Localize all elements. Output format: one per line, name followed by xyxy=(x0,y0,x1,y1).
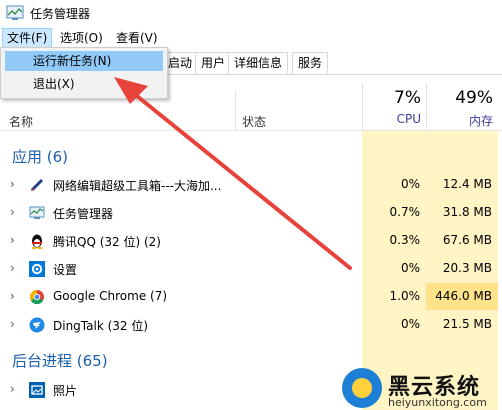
memory-cell: 31.8 MB xyxy=(426,199,498,226)
exit-label: 退出(X) xyxy=(33,77,75,91)
app-name: 腾讯QQ (32 位) (2) xyxy=(53,235,161,249)
memory-value: 31.8 MB xyxy=(442,205,492,219)
cpu-cell: 0.7% xyxy=(362,199,426,226)
cpu-cell: 0% xyxy=(362,311,426,338)
memory-value: 20.3 MB xyxy=(442,261,492,275)
column-header-cpu[interactable]: 7% CPU xyxy=(362,84,427,130)
chevron-right-icon[interactable]: › xyxy=(10,205,20,219)
memory-cell: 21.5 MB xyxy=(426,311,498,338)
chevron-right-icon[interactable]: › xyxy=(10,261,20,275)
dingtalk-icon xyxy=(29,317,45,333)
app-name: DingTalk (32 位) xyxy=(53,319,149,333)
memory-value: 446.0 MB xyxy=(435,289,492,303)
memory-value: 67.6 MB xyxy=(442,233,492,247)
menu-file[interactable]: 文件(F) xyxy=(2,28,53,48)
tab-startup[interactable]: 启动 xyxy=(165,52,199,74)
cpu-cell: 1.0% xyxy=(362,283,426,310)
app-row[interactable]: › 网络编辑超级工具箱---大海加... 0% 12.4 MB xyxy=(0,171,502,199)
chrome-icon xyxy=(29,289,44,305)
memory-value: 21.5 MB xyxy=(442,317,492,331)
app-row[interactable]: › 腾讯QQ (32 位) (2) 0.3% 67.6 MB xyxy=(0,227,502,255)
app-name: Google Chrome (7) xyxy=(53,289,168,303)
watermark-logo xyxy=(342,368,382,408)
memory-value: 12.4 MB xyxy=(442,177,492,191)
memory-total-percent: 49% xyxy=(455,88,493,108)
menu-item-exit[interactable]: 退出(X) xyxy=(5,74,163,94)
column-header-status[interactable]: 状态 xyxy=(242,113,266,130)
app-row[interactable]: › DingTalk (32 位) 0% 21.5 MB xyxy=(0,311,502,339)
memory-cell: 20.3 MB xyxy=(426,255,498,282)
chevron-right-icon[interactable]: › xyxy=(10,317,20,331)
title-bar: 任务管理器 xyxy=(0,0,502,26)
window-title: 任务管理器 xyxy=(30,7,91,21)
menu-view[interactable]: 查看(V) xyxy=(112,28,162,48)
chevron-right-icon[interactable]: › xyxy=(10,177,20,191)
cpu-value: 0% xyxy=(400,317,420,331)
memory-cell: 446.0 MB xyxy=(426,283,498,310)
tab-details[interactable]: 详细信息 xyxy=(228,52,289,74)
tab-services[interactable]: 服务 xyxy=(292,52,329,74)
app-row[interactable]: › 任务管理器 0.7% 31.8 MB xyxy=(0,199,502,227)
column-header-name[interactable]: 名称 xyxy=(9,113,33,130)
cpu-cell: 0% xyxy=(362,171,426,198)
cpu-cell: 0.3% xyxy=(362,227,426,254)
settings-gear-icon xyxy=(29,261,45,277)
chevron-right-icon[interactable]: › xyxy=(10,382,20,396)
cpu-total-percent: 7% xyxy=(394,88,421,108)
photos-icon xyxy=(29,382,45,398)
group-header-background[interactable]: 后台进程 (65) xyxy=(12,350,108,371)
task-manager-icon xyxy=(6,5,24,20)
cpu-label: CPU xyxy=(396,112,421,126)
cpu-value: 0% xyxy=(400,261,420,275)
watermark-url: heiyunxitong.com xyxy=(388,396,487,409)
app-row[interactable]: › Google Chrome (7) 1.0% 446.0 MB xyxy=(0,283,502,311)
memory-cell: 67.6 MB xyxy=(426,227,498,254)
cpu-value: 1.0% xyxy=(389,289,421,303)
memory-label: 内存 xyxy=(468,114,493,128)
chevron-right-icon[interactable]: › xyxy=(10,233,20,247)
menu-item-run-new-task[interactable]: 运行新任务(N) xyxy=(5,51,163,71)
chevron-right-icon[interactable]: › xyxy=(10,289,20,303)
tab-users[interactable]: 用户 xyxy=(195,52,232,74)
app-name: 任务管理器 xyxy=(53,207,114,221)
cpu-value: 0% xyxy=(400,177,420,191)
watermark: 黑云系统 heiyunxitong.com xyxy=(338,368,502,410)
group-header-apps[interactable]: 应用 (6) xyxy=(12,146,68,167)
memory-cell: 12.4 MB xyxy=(426,171,498,198)
process-name: 照片 xyxy=(53,384,78,398)
cpu-value: 0.7% xyxy=(389,205,421,219)
cpu-value: 0.3% xyxy=(389,233,421,247)
task-manager-icon xyxy=(29,206,45,219)
cpu-cell: 0% xyxy=(362,255,426,282)
qq-penguin-icon xyxy=(31,234,43,249)
pen-icon xyxy=(30,178,44,192)
run-new-task-label: 运行新任务(N) xyxy=(33,54,112,68)
app-name: 网络编辑超级工具箱---大海加... xyxy=(53,179,222,193)
column-header-memory[interactable]: 49% 内存 xyxy=(426,84,499,130)
app-name: 设置 xyxy=(53,263,78,277)
app-row[interactable]: › 设置 0% 20.3 MB xyxy=(0,255,502,283)
file-dropdown-menu: 运行新任务(N) 退出(X) xyxy=(0,47,168,99)
menu-bar: 文件(F) 选项(O) 查看(V) xyxy=(0,28,502,48)
column-divider xyxy=(235,90,236,130)
menu-options[interactable]: 选项(O) xyxy=(56,28,107,48)
